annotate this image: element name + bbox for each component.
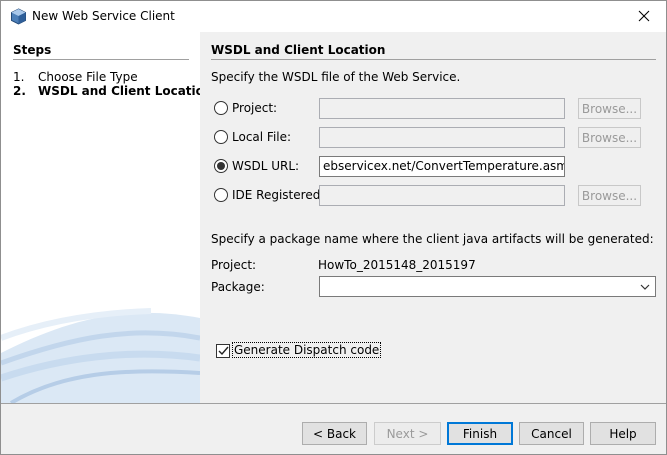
- window-title: New Web Service Client: [32, 9, 175, 23]
- step-label: Choose File Type: [38, 70, 138, 84]
- netbeans-watermark-graphic: [1, 308, 200, 403]
- next-button[interactable]: Next >: [374, 422, 441, 445]
- package-combobox[interactable]: [319, 276, 656, 297]
- step-label: WSDL and Client Location: [38, 84, 200, 98]
- project-label: Project:: [211, 258, 257, 272]
- project-value: HowTo_2015148_2015197: [318, 258, 476, 272]
- wsdl-url-field[interactable]: ebservicex.net/ConvertTemperature.asmx?W…: [319, 156, 565, 177]
- generate-dispatch-checkbox[interactable]: [216, 344, 230, 358]
- project-browse-button[interactable]: Browse...: [578, 98, 641, 119]
- ide-registered-field[interactable]: [319, 185, 565, 206]
- step-number: 1.: [13, 70, 25, 84]
- close-icon: [638, 10, 650, 22]
- back-button[interactable]: < Back: [302, 422, 367, 445]
- dialog-window: New Web Service Client Steps 1. Choose Fi…: [0, 0, 667, 455]
- finish-button[interactable]: Finish: [447, 422, 513, 445]
- wsdl-url-radio[interactable]: [214, 159, 228, 173]
- project-radio-label: Project:: [232, 101, 278, 115]
- local-file-field[interactable]: [319, 127, 565, 148]
- ide-registered-radio[interactable]: [214, 188, 228, 202]
- step-number: 2.: [13, 84, 26, 98]
- help-button[interactable]: Help: [590, 422, 656, 445]
- steps-heading: Steps: [13, 43, 189, 60]
- close-button[interactable]: [630, 5, 658, 27]
- ide-registered-radio-label: IDE Registered:: [232, 188, 325, 202]
- local-file-browse-button[interactable]: Browse...: [578, 127, 641, 148]
- wsdl-url-radio-label: WSDL URL:: [232, 159, 300, 173]
- checkmark-icon: [218, 346, 229, 356]
- button-bar: < Back Next > Finish Cancel Help: [1, 403, 666, 454]
- project-field[interactable]: [319, 98, 565, 119]
- package-label: Package:: [211, 280, 265, 294]
- netbeans-cube-icon: [11, 8, 26, 25]
- wsdl-intro-text: Specify the WSDL file of the Web Service…: [211, 70, 461, 84]
- cancel-button[interactable]: Cancel: [519, 422, 584, 445]
- steps-panel: Steps 1. Choose File Type 2. WSDL and Clie…: [1, 32, 200, 403]
- step-item-choose-file-type: 1. Choose File Type: [13, 70, 138, 84]
- package-intro-text: Specify a package name where the client …: [211, 232, 654, 246]
- generate-dispatch-label[interactable]: Generate Dispatch code: [232, 342, 382, 358]
- content-panel: WSDL and Client Location Specify the WSD…: [200, 32, 666, 403]
- local-file-radio-label: Local File:: [232, 130, 292, 144]
- project-radio[interactable]: [214, 101, 228, 115]
- title-bar: New Web Service Client: [1, 1, 666, 32]
- ide-registered-browse-button[interactable]: Browse...: [578, 185, 641, 206]
- local-file-radio[interactable]: [214, 130, 228, 144]
- section-heading: WSDL and Client Location: [211, 43, 656, 60]
- chevron-down-icon: [640, 284, 650, 290]
- step-item-wsdl-location: 2. WSDL and Client Location: [13, 84, 200, 98]
- radio-selected-dot: [217, 162, 225, 170]
